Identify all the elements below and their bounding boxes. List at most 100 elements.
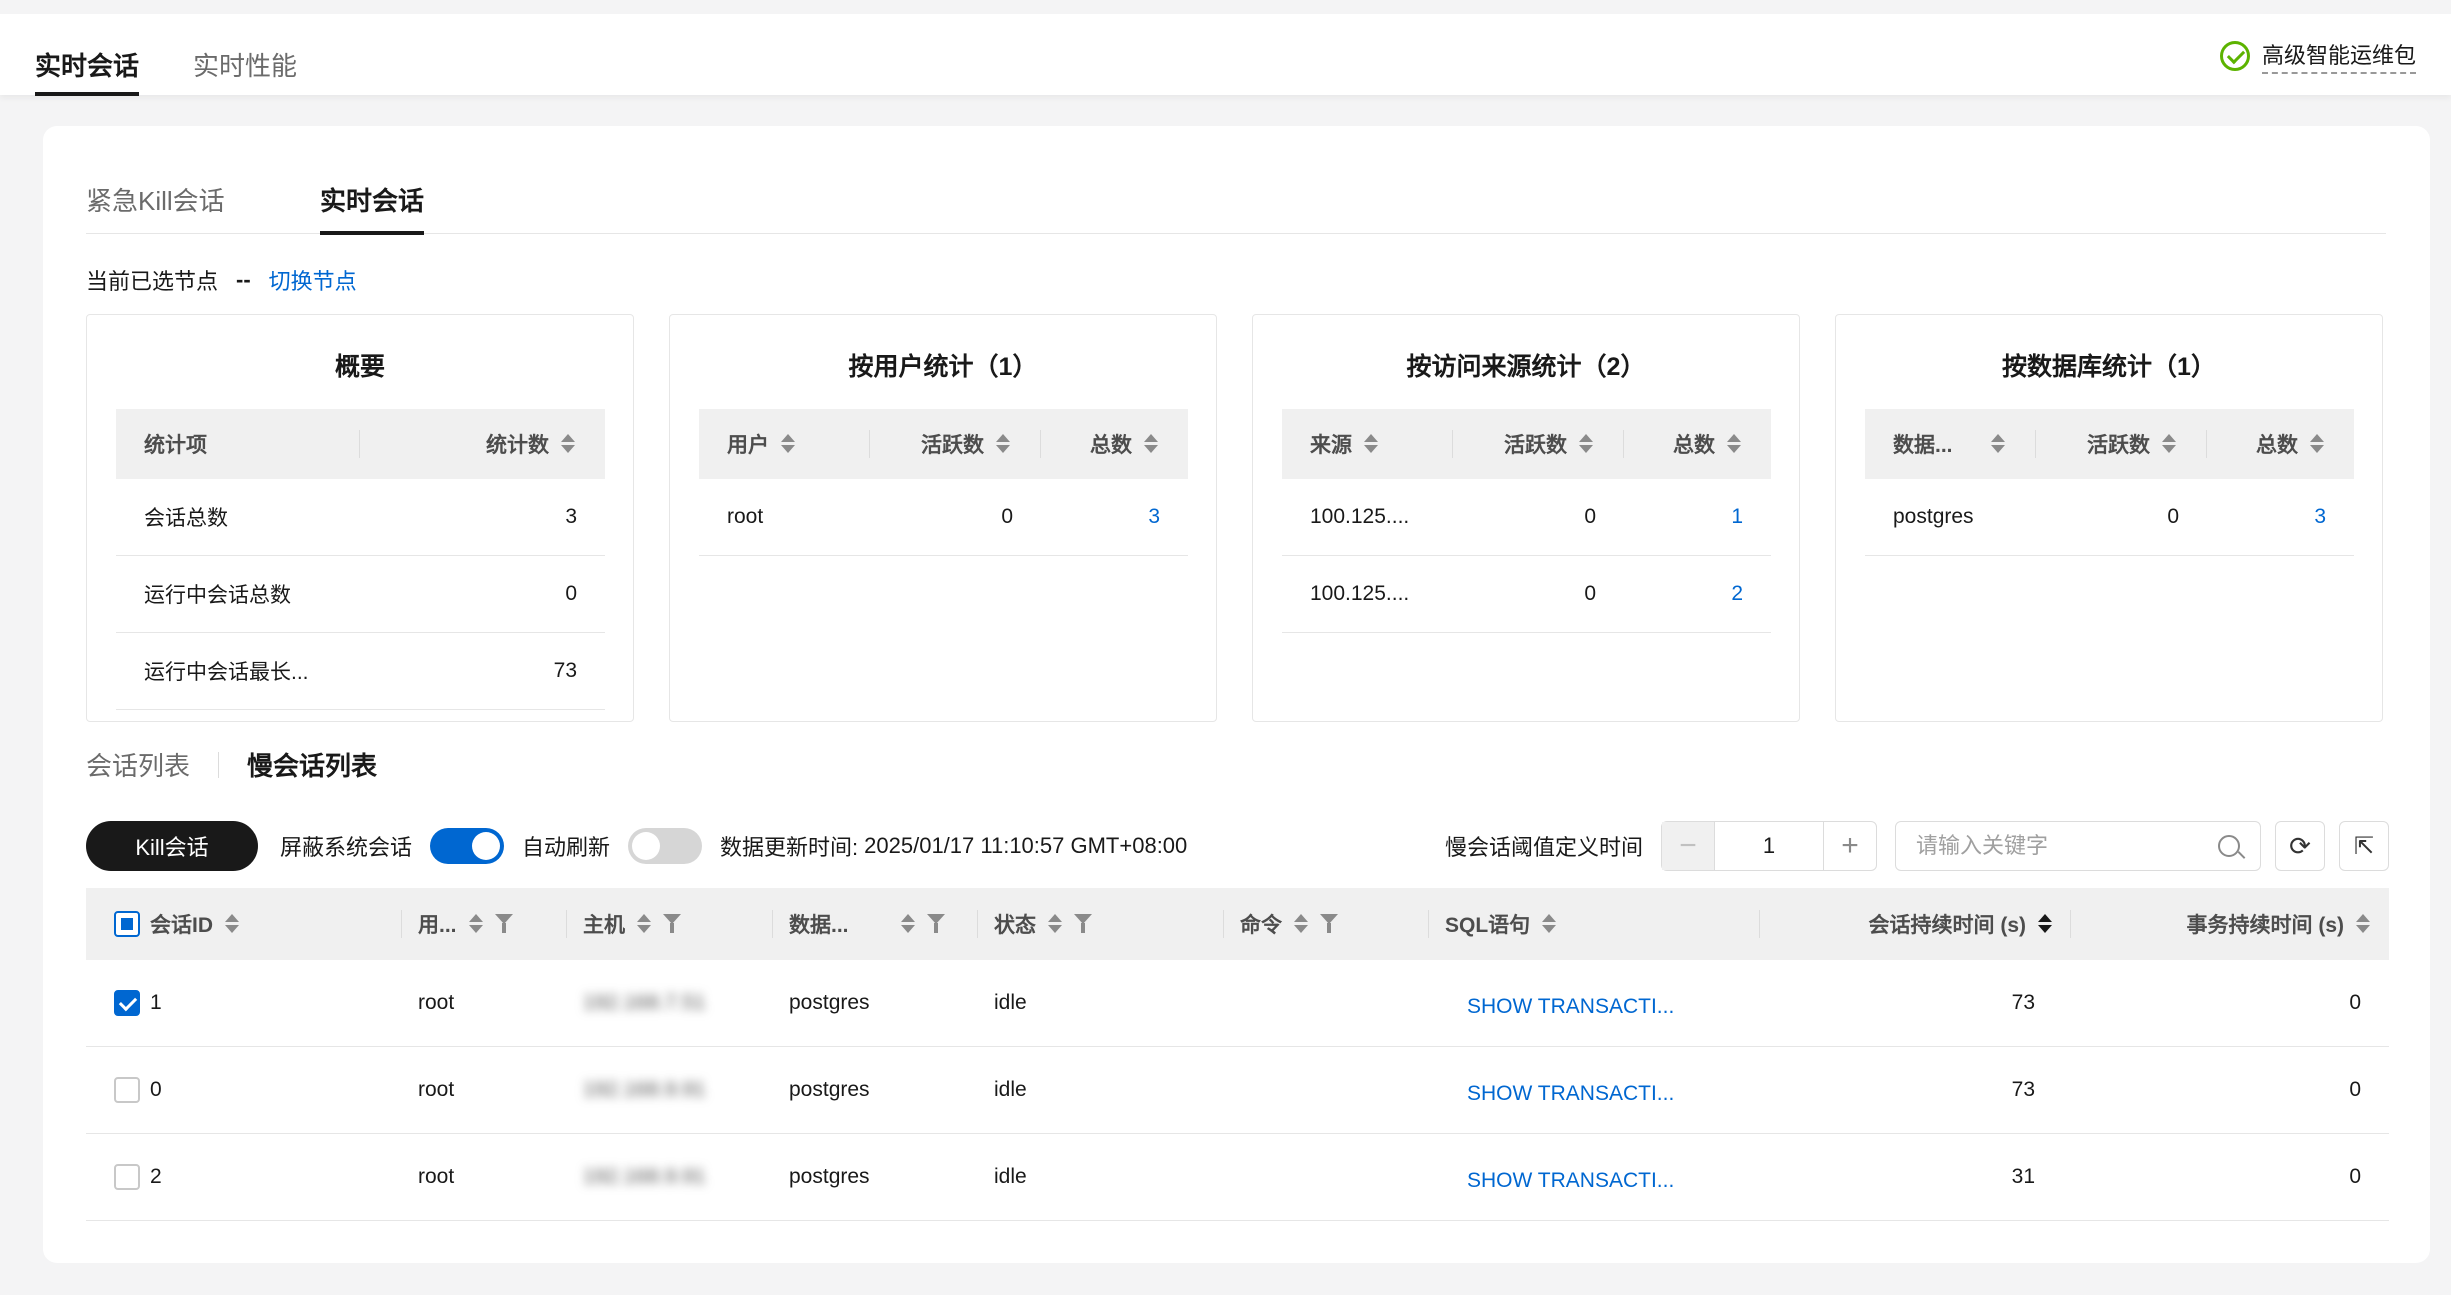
sort-icon[interactable] [1292,913,1310,935]
sort-icon[interactable] [2354,913,2372,935]
col-host[interactable]: 主机 [567,888,772,960]
by-db-table-header: 数据... 活跃数 总数 [1865,409,2354,479]
sort-icon[interactable] [1989,433,2007,455]
sql-link[interactable]: SHOW TRANSACTI... [1429,1134,1760,1220]
state-cell: idle [994,1165,1027,1188]
table-row: 运行中会话最长... 73 [116,633,605,710]
filter-icon[interactable] [494,914,513,934]
col-sql[interactable]: SQL语句 [1429,888,1759,960]
sort-icon[interactable] [1142,433,1160,455]
sort-icon[interactable] [2308,433,2326,455]
mask-system-label: 屏蔽系统会话 [280,835,413,860]
tab-realtime-performance[interactable]: 实时性能 [193,36,297,96]
col-total[interactable]: 总数 [1624,429,1771,459]
sort-icon[interactable] [1046,913,1064,935]
overview-table: 统计项 统计数 会话总数 3 运行中会话总数 0 运行中会话最长... 73 [116,409,605,710]
user-cell: root [418,1165,455,1188]
search-input[interactable] [1916,833,2196,859]
col-total[interactable]: 总数 [2207,429,2354,459]
addon-package[interactable]: 高级智能运维包 [2219,38,2416,74]
sort-desc-icon[interactable] [2036,913,2054,935]
col-command[interactable]: 命令 [1224,888,1428,960]
threshold-stepper[interactable]: − 1 + [1661,821,1877,871]
database-cell: postgres [789,1078,870,1101]
refresh-button[interactable]: ⟳ [2275,821,2325,871]
kill-session-button[interactable]: Kill会话 [86,821,258,871]
col-active[interactable]: 活跃数 [1453,429,1623,459]
mask-system-toggle[interactable] [430,828,505,864]
row-checkbox[interactable] [114,1164,140,1190]
export-button[interactable]: ⇱ [2339,821,2389,871]
table-row[interactable]: 0 root 192.168.9.91 postgres idle SHOW T… [86,1047,2389,1134]
col-tx-duration[interactable]: 事务持续时间 (s) [2071,888,2388,960]
sort-icon[interactable] [1540,913,1558,935]
database-cell: postgres [789,991,870,1014]
sql-link[interactable]: SHOW TRANSACTI... [1429,1047,1760,1133]
session-id: 0 [150,1078,162,1101]
state-cell: idle [994,991,1027,1014]
command-cell [1224,960,1429,1046]
addon-label: 高级智能运维包 [2261,38,2416,74]
tab-slow-session-list[interactable]: 慢会话列表 [247,746,377,783]
sort-icon[interactable] [223,913,241,935]
select-all-checkbox[interactable] [114,911,140,937]
col-session-id[interactable]: 会话ID [86,888,401,960]
sort-icon[interactable] [1725,433,1743,455]
sort-icon[interactable] [899,913,917,935]
tab-emergency-kill[interactable]: 紧急Kill会话 [86,176,225,234]
filter-icon[interactable] [927,914,945,934]
sql-link[interactable]: SHOW TRANSACTI... [1429,960,1760,1046]
table-row[interactable]: 2 root 192.168.9.91 postgres idle SHOW T… [86,1134,2389,1221]
table-row[interactable]: 1 root 192.168.7.51 postgres idle SHOW T… [86,960,2389,1047]
switch-node-link[interactable]: 切换节点 [269,264,357,296]
by-source-card: 按访问来源统计（2） 来源 活跃数 总数 100.125.... 0 1 100… [1252,314,1800,722]
by-user-title: 按用户统计（1） [848,353,1038,381]
table-row: 会话总数 3 [116,479,605,556]
session-id: 1 [150,991,162,1014]
by-user-card: 按用户统计（1） 用户 活跃数 总数 root 0 3 [669,314,1217,722]
filter-icon[interactable] [1074,914,1092,934]
col-user[interactable]: 用... [402,888,566,960]
sort-icon[interactable] [559,433,577,455]
col-database[interactable]: 数据... [773,888,977,960]
col-active[interactable]: 活跃数 [2036,429,2206,459]
search-box[interactable] [1895,821,2261,871]
col-active[interactable]: 活跃数 [870,429,1040,459]
col-source[interactable]: 来源 [1282,429,1452,459]
filter-icon[interactable] [1320,914,1338,934]
tab-realtime-session[interactable]: 实时会话 [35,36,140,96]
sort-icon[interactable] [779,433,797,455]
session-id: 2 [150,1165,162,1188]
sort-icon[interactable] [994,433,1012,455]
sort-icon[interactable] [2160,433,2178,455]
auto-refresh-label: 自动刷新 [522,835,611,860]
filter-icon[interactable] [663,914,681,934]
row-checkbox[interactable] [114,1077,140,1103]
node-selector: 当前已选节点 -- 切换节点 [86,264,357,296]
session-duration-cell: 73 [2011,1078,2035,1101]
col-stat-count[interactable]: 统计数 [360,429,605,459]
tab-sub-realtime-session[interactable]: 实时会话 [320,176,425,235]
main-panel: 紧急Kill会话 实时会话 当前已选节点 -- 切换节点 概要 统计项 统计数 … [43,126,2430,1263]
sort-icon[interactable] [635,913,653,935]
sort-icon[interactable] [467,913,485,935]
col-total[interactable]: 总数 [1041,429,1188,459]
tab-session-list[interactable]: 会话列表 [86,746,190,783]
plus-icon[interactable]: + [1824,822,1876,870]
search-icon[interactable] [2218,835,2240,857]
overview-card: 概要 统计项 统计数 会话总数 3 运行中会话总数 0 运行中会话最长... 7… [86,314,634,722]
row-checkbox[interactable] [114,990,140,1016]
table-row: 100.125.... 0 2 [1282,556,1771,633]
minus-icon[interactable]: − [1662,822,1714,870]
table-header: 会话ID 用... 主机 数据... 状态 命令 SQL语句 会话持续时间 (s… [86,888,2389,960]
by-source-table: 来源 活跃数 总数 100.125.... 0 1 100.125.... 0 … [1282,409,1771,633]
col-database[interactable]: 数据... [1865,429,2035,459]
sort-icon[interactable] [1577,433,1595,455]
by-db-table: 数据... 活跃数 总数 postgres 0 3 [1865,409,2354,556]
col-state[interactable]: 状态 [978,888,1223,960]
threshold-value[interactable]: 1 [1714,822,1824,870]
sort-icon[interactable] [1362,433,1380,455]
col-user[interactable]: 用户 [699,429,869,459]
col-session-duration[interactable]: 会话持续时间 (s) [1760,888,2070,960]
auto-refresh-toggle[interactable] [628,828,703,864]
